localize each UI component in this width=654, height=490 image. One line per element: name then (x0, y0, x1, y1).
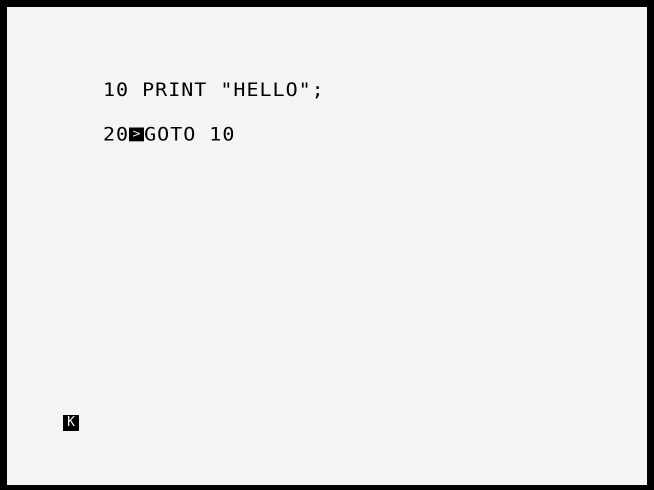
keyword-mode-cursor[interactable]: K (63, 415, 79, 431)
line-text: PRINT "HELLO"; (129, 78, 325, 101)
current-line-cursor-icon: > (129, 127, 145, 142)
line-number: 20 (103, 122, 130, 145)
program-line-20[interactable]: 20 > GOTO 10 (103, 125, 325, 143)
line-text: GOTO 10 (144, 122, 236, 145)
line-number: 10 (103, 78, 130, 101)
screen-border: 10 PRINT "HELLO"; 20 > GOTO 10 K (0, 0, 654, 490)
paper-area: 10 PRINT "HELLO"; 20 > GOTO 10 (7, 7, 647, 485)
program-listing: 10 PRINT "HELLO"; 20 > GOTO 10 (103, 53, 325, 171)
program-line-10[interactable]: 10 PRINT "HELLO"; (103, 81, 325, 99)
